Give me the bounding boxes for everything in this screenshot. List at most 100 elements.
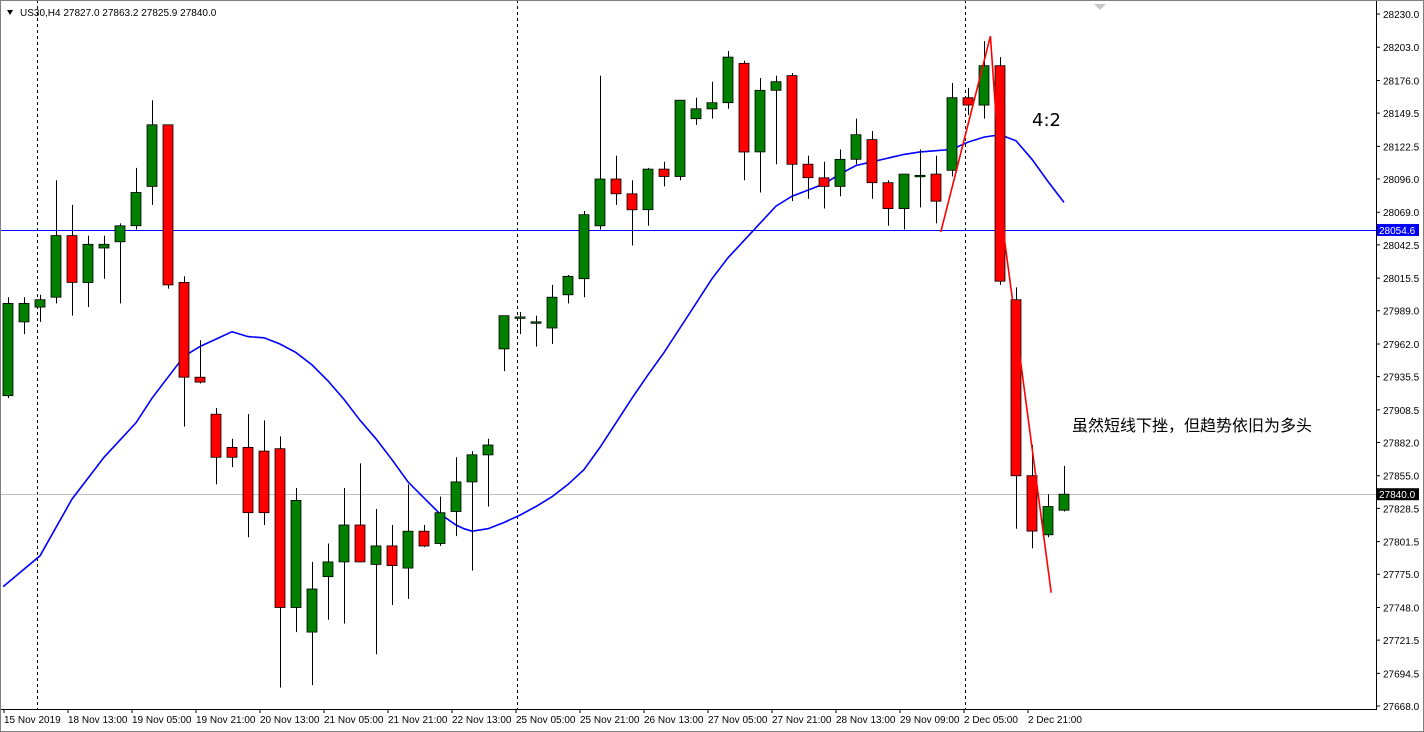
price-tick-label: 28122.5 — [1383, 142, 1420, 153]
candle-body-bull — [402, 530, 414, 569]
candle-body-bear — [274, 448, 286, 608]
shift-marker-icon[interactable] — [1094, 4, 1106, 10]
candle — [930, 155, 942, 224]
candle — [98, 235, 110, 279]
symbol-dropdown-icon[interactable] — [7, 10, 13, 15]
time-tick-label: 25 Nov 05:00 — [516, 715, 576, 726]
candle — [786, 73, 798, 202]
candle-body-bull — [850, 134, 862, 160]
candle-body-bear — [194, 376, 206, 383]
candle — [466, 451, 478, 571]
candle — [738, 60, 750, 181]
candle — [2, 297, 14, 399]
candle — [338, 488, 350, 624]
candle — [690, 97, 702, 125]
candle — [946, 82, 958, 177]
time-tick-label: 26 Nov 13:00 — [644, 715, 704, 726]
price-tick-label: 27962.0 — [1383, 340, 1420, 351]
time-tick-label: 27 Nov 21:00 — [772, 715, 832, 726]
candle-body-bull — [562, 275, 574, 296]
candle — [194, 340, 206, 384]
candle — [1026, 444, 1038, 549]
candle-body-bull — [674, 99, 686, 177]
candle — [882, 180, 894, 226]
candle-body-bull — [50, 235, 62, 298]
price-tick-label: 27989.0 — [1383, 307, 1420, 318]
candle-body-bear — [1026, 475, 1038, 532]
trend-comment: 虽然短线下挫，但趋势依旧为多头 — [1072, 416, 1312, 435]
time-tick-label: 21 Nov 21:00 — [388, 715, 448, 726]
price-tick-label: 28203.0 — [1383, 43, 1420, 54]
candle — [178, 276, 190, 427]
time-tick-label: 19 Nov 21:00 — [196, 715, 256, 726]
price-tick-label: 27694.5 — [1383, 669, 1420, 680]
time-tick-label: 21 Nov 05:00 — [324, 715, 384, 726]
candle-body-bull — [578, 214, 590, 280]
candle — [274, 436, 286, 688]
time-tick-label: 20 Nov 13:00 — [260, 715, 320, 726]
time-tick-label: 27 Nov 05:00 — [708, 715, 768, 726]
candle-body-bear — [226, 446, 238, 458]
time-tick-label: 22 Nov 13:00 — [452, 715, 512, 726]
price-tick-label: 27882.0 — [1383, 438, 1420, 449]
price-tick-label: 27935.5 — [1383, 373, 1420, 384]
price-tick-label: 28042.5 — [1383, 241, 1420, 252]
candle — [290, 488, 302, 633]
candle-body-bull — [306, 588, 318, 633]
time-tick-label: 19 Nov 05:00 — [132, 715, 192, 726]
candle-body-bull — [514, 316, 526, 319]
candle — [578, 211, 590, 298]
time-tick-label: 2 Dec 21:00 — [1028, 715, 1082, 726]
candle — [226, 438, 238, 468]
candle — [514, 311, 526, 335]
candle-body-bull — [770, 81, 782, 91]
price-tick-label: 28149.5 — [1383, 109, 1420, 120]
candle-body-bear — [242, 446, 254, 514]
candle — [50, 180, 62, 304]
candle — [418, 524, 430, 548]
candle — [18, 297, 30, 335]
candle — [610, 155, 622, 205]
candle — [498, 315, 510, 372]
candle-body-bear — [258, 450, 270, 514]
candle — [818, 161, 830, 209]
candle-body-bull — [706, 102, 718, 110]
candle-body-bull — [1058, 493, 1070, 511]
candle-body-bull — [82, 243, 94, 283]
candle-body-bull — [546, 296, 558, 329]
candle-body-bull — [978, 65, 990, 106]
candle — [530, 315, 542, 347]
symbol-info: US30,H4 27827.0 27863.2 27825.9 27840.0 — [20, 8, 217, 19]
candle-body-bear — [930, 173, 942, 202]
candle-body-bear — [610, 178, 622, 195]
ratio-annotation: 4:2 — [1032, 110, 1061, 131]
candle — [434, 496, 446, 546]
candle — [386, 524, 398, 606]
time-tick-label: 18 Nov 13:00 — [68, 715, 128, 726]
candle — [1058, 465, 1070, 512]
candle-body-bear — [354, 524, 366, 563]
candle — [642, 167, 654, 226]
candle-body-bull — [2, 302, 14, 397]
candle-body-bull — [114, 225, 126, 243]
price-tick-label: 28096.0 — [1383, 175, 1420, 186]
candle-body-bull — [834, 158, 846, 187]
candle — [674, 99, 686, 181]
candle — [834, 149, 846, 197]
price-tick-label: 27908.5 — [1383, 406, 1420, 417]
candle-body-bull — [914, 174, 926, 178]
candle-body-bear — [962, 97, 974, 106]
candle — [402, 484, 414, 599]
candle-body-bull — [370, 545, 382, 565]
candle-body-bull — [690, 108, 702, 120]
price-tick-label: 27775.0 — [1383, 570, 1420, 581]
candle-body-bear — [626, 193, 638, 211]
candle-body-bull — [290, 499, 302, 608]
candle — [770, 75, 782, 165]
candle — [162, 124, 174, 289]
candle — [306, 561, 318, 686]
candle — [210, 408, 222, 485]
price-tick-label: 27668.0 — [1383, 702, 1420, 713]
candle-body-bear — [386, 545, 398, 567]
candle — [322, 543, 334, 620]
